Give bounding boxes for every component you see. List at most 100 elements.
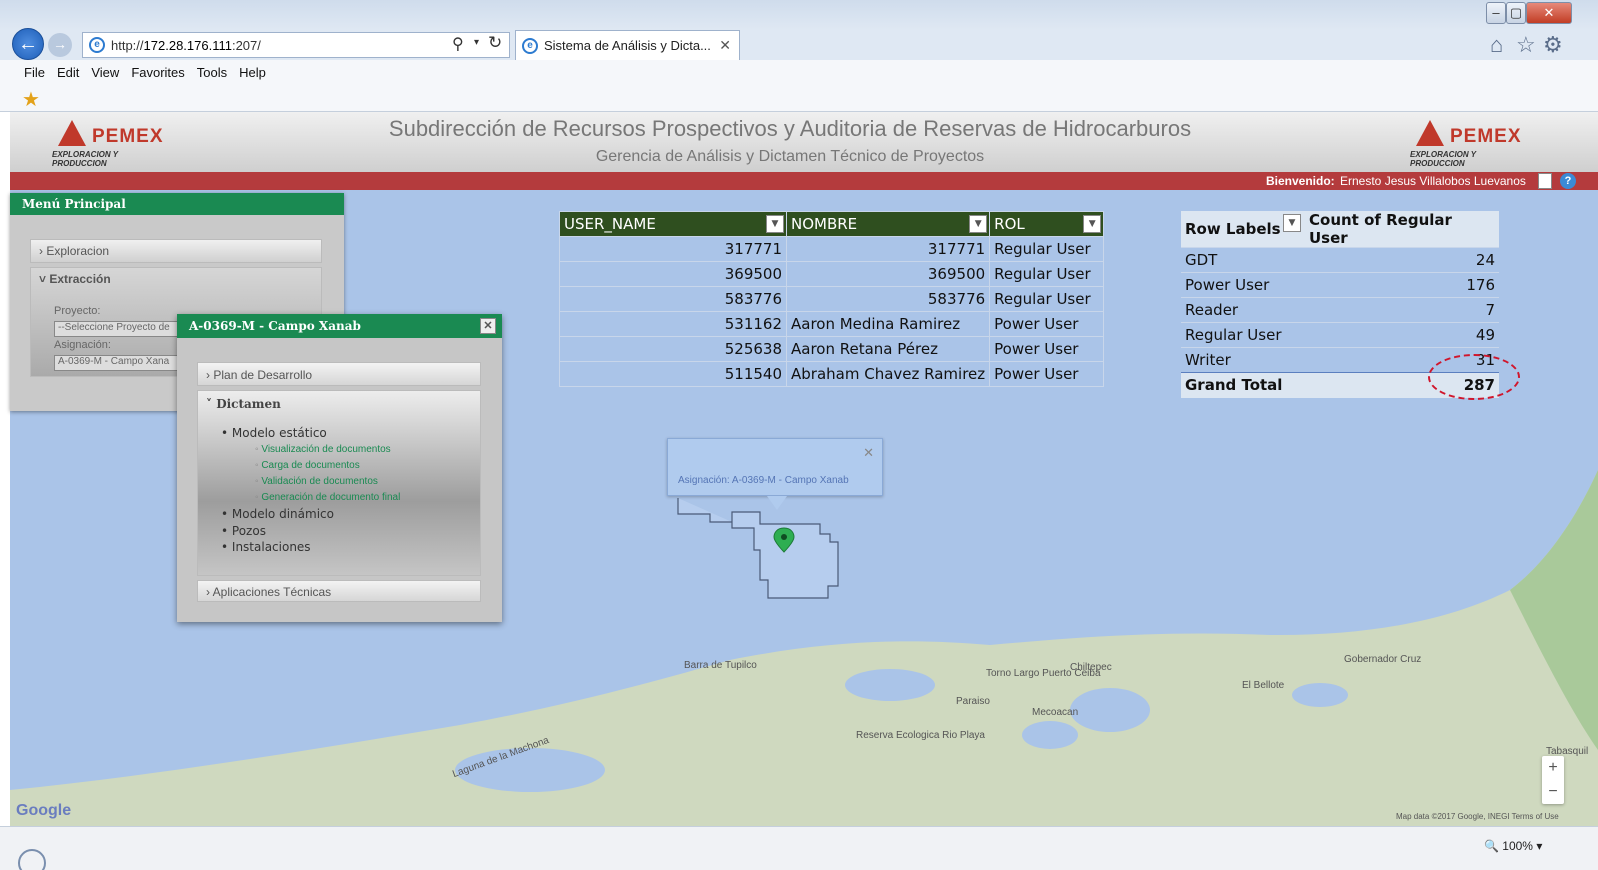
close-icon[interactable]: ✕ (719, 37, 731, 54)
map-credit[interactable]: Map data ©2017 Google, INEGI Terms of Us… (1396, 812, 1559, 821)
link-generacion[interactable]: Generación de documento final (255, 492, 400, 503)
filter-dropdown-icon[interactable]: ▼ (1283, 214, 1301, 232)
proyecto-select[interactable]: --Seleccione Proyecto de (54, 321, 184, 337)
table-cell[interactable]: 525638 (559, 336, 787, 362)
table-cell[interactable]: 531162 (559, 311, 787, 337)
table-cell[interactable]: Power User (989, 336, 1105, 362)
pivot-cell[interactable]: Power User (1181, 272, 1305, 298)
table-cell[interactable]: 317771 (785, 236, 991, 262)
table-cell[interactable]: 583776 (559, 286, 787, 312)
table-cell[interactable]: 369500 (559, 261, 787, 287)
field-polygon[interactable] (670, 494, 850, 604)
maximize-button[interactable]: ▢ (1506, 2, 1526, 24)
pemex-logo: PEMEX EXPLORACION Y PRODUCCION (1408, 120, 1528, 168)
link-validacion[interactable]: Validación de documentos (255, 476, 378, 487)
zoom-out-button[interactable]: − (1542, 780, 1564, 804)
welcome-bar: Bienvenido: Ernesto Jesus Villalobos Lue… (10, 172, 1598, 190)
zoom-level[interactable]: 🔍 100% ▾ (1484, 839, 1542, 853)
zoom-control: + − (1542, 756, 1564, 804)
asignacion-label: Asignación: (54, 339, 111, 351)
welcome-user: Ernesto Jesus Villalobos Luevanos (1340, 174, 1526, 188)
close-icon[interactable]: ✕ (480, 318, 496, 334)
search-icon[interactable]: ⚲ (452, 34, 464, 54)
pivot-row: Regular User 49 (1181, 322, 1499, 348)
status-icon (18, 849, 46, 870)
filter-dropdown-icon[interactable]: ▼ (969, 215, 988, 233)
pivot-cell[interactable]: Regular User (1181, 322, 1305, 348)
menu-modelo-estatico[interactable]: Modelo estático (221, 426, 327, 440)
star-icon[interactable]: ☆ (1516, 32, 1536, 58)
menu-favorites[interactable]: Favorites (131, 65, 184, 80)
home-icon[interactable]: ⌂ (1490, 32, 1503, 58)
pivot-row: GDT 24 (1181, 247, 1499, 273)
menu-modelo-dinamico[interactable]: Modelo dinámico (221, 507, 334, 521)
accordion-exploracion[interactable]: › Exploracion (30, 239, 322, 263)
table-cell[interactable]: Power User (989, 361, 1105, 387)
menu-tools[interactable]: Tools (197, 65, 227, 80)
menu-view[interactable]: View (91, 65, 119, 80)
asignacion-select[interactable]: A-0369-M - Campo Xana (54, 355, 184, 371)
browser-chrome: – ▢ ✕ ← → e http://172.28.176.111:207/ ⚲… (0, 0, 1598, 112)
pivot-cell[interactable]: GDT (1181, 247, 1305, 273)
link-carga[interactable]: Carga de documentos (255, 460, 359, 471)
title-bar (0, 0, 1598, 30)
column-header: ROL ▼ (989, 211, 1105, 237)
zoom-in-button[interactable]: + (1542, 756, 1564, 780)
accordion-aplicaciones[interactable]: › Aplicaciones Técnicas (197, 580, 481, 602)
table-cell[interactable]: Aaron Medina Ramirez (785, 311, 991, 337)
browser-tab[interactable]: e Sistema de Análisis y Dicta... ✕ (515, 30, 740, 60)
place-label: Paraiso (956, 696, 990, 707)
filter-dropdown-icon[interactable]: ▼ (766, 215, 784, 233)
pivot-cell[interactable]: Reader (1181, 297, 1305, 323)
google-logo: Google (16, 802, 72, 819)
pivot-cell[interactable]: 7 (1305, 297, 1499, 323)
table-cell[interactable]: 583776 (785, 286, 991, 312)
menu-instalaciones[interactable]: Instalaciones (221, 540, 311, 554)
table-row: 511540 Abraham Chavez Ramirez Power User (559, 361, 1105, 387)
place-label: Gobernador Cruz (1344, 654, 1422, 665)
minimize-button[interactable]: – (1486, 2, 1506, 24)
menu-edit[interactable]: Edit (57, 65, 79, 80)
grand-total-label[interactable]: Grand Total (1181, 372, 1305, 398)
chevron-down-icon[interactable]: ▾ (474, 37, 479, 48)
exit-icon[interactable] (1538, 173, 1552, 189)
pivot-cell[interactable]: 24 (1305, 247, 1499, 273)
table-cell[interactable]: Aaron Retana Pérez (785, 336, 991, 362)
page-title: Subdirección de Recursos Prospectivos y … (388, 116, 1192, 141)
back-button[interactable]: ← (12, 28, 44, 60)
refresh-icon[interactable]: ↻ (488, 33, 502, 53)
pivot-cell[interactable]: 49 (1305, 322, 1499, 348)
table-cell[interactable]: Abraham Chavez Ramirez (785, 361, 991, 387)
place-label: El Bellote (1242, 680, 1285, 691)
menu-pozos[interactable]: Pozos (221, 524, 266, 538)
link-visualizacion[interactable]: Visualización de documentos (255, 444, 390, 455)
filter-dropdown-icon[interactable]: ▼ (1083, 215, 1102, 233)
menu-file[interactable]: File (24, 65, 45, 80)
menu-bar: File Edit View Favorites Tools Help (0, 60, 1598, 84)
table-cell[interactable]: 511540 (559, 361, 787, 387)
close-icon[interactable]: ✕ (863, 445, 874, 461)
accordion-plan-desarrollo[interactable]: › Plan de Desarrollo (197, 362, 481, 386)
place-label: Reserva Ecologica Rio Playa (856, 730, 985, 741)
pivot-cell[interactable]: Writer (1181, 347, 1305, 373)
pivot-row: Power User 176 (1181, 272, 1499, 298)
forward-button[interactable]: → (48, 33, 72, 57)
pivot-cell[interactable]: 176 (1305, 272, 1499, 298)
menu-help[interactable]: Help (239, 65, 266, 80)
add-favorite-icon[interactable]: ★ (22, 87, 40, 112)
table-cell[interactable]: Regular User (989, 261, 1105, 287)
column-header: USER_NAME ▼ (559, 211, 787, 237)
table-cell[interactable]: Regular User (989, 236, 1105, 262)
gear-icon[interactable]: ⚙ (1543, 32, 1563, 58)
table-cell[interactable]: 369500 (785, 261, 991, 287)
place-label: Barra de Tupilco (684, 660, 757, 671)
map-info-popup: ✕ Asignación: A-0369-M - Campo Xanab (667, 438, 883, 510)
table-cell[interactable]: 317771 (559, 236, 787, 262)
help-icon[interactable]: ? (1560, 173, 1576, 189)
column-header: NOMBRE ▼ (785, 211, 991, 237)
table-cell[interactable]: Regular User (989, 286, 1105, 312)
table-row: 369500 369500 Regular User (559, 261, 1105, 287)
close-window-button[interactable]: ✕ (1526, 2, 1572, 24)
address-bar[interactable]: e http://172.28.176.111:207/ (82, 32, 510, 58)
table-cell[interactable]: Power User (989, 311, 1105, 337)
